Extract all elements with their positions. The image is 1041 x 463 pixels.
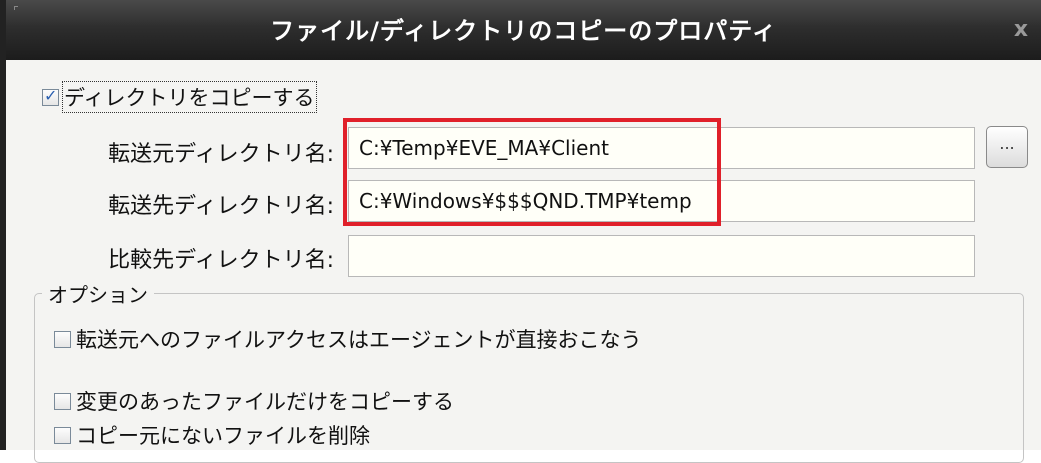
option-delete-missing-checkbox[interactable] xyxy=(54,426,71,444)
source-directory-input[interactable] xyxy=(348,127,975,169)
option-changed-only-checkbox[interactable] xyxy=(54,392,71,410)
destination-directory-label: 転送先ディレクトリ名: xyxy=(108,194,334,219)
option-changed-only-row[interactable]: 変更のあったファイルだけをコピーする xyxy=(54,386,455,416)
copy-directory-checkbox[interactable] xyxy=(42,86,59,106)
destination-directory-input[interactable] xyxy=(348,180,975,222)
option-delete-missing-label[interactable]: コピー元にないファイルを削除 xyxy=(75,420,371,450)
option-direct-access-checkbox[interactable] xyxy=(54,330,71,348)
dialog-content: ディレクトリをコピーする 転送元ディレクトリ名: ... 転送先ディレクトリ名:… xyxy=(6,60,1041,463)
dialog-title: ファイル/ディレクトリのコピーのプロパティ xyxy=(270,17,777,45)
close-button[interactable]: x xyxy=(1009,15,1033,45)
dialog-window: ファイル/ディレクトリのコピーのプロパティ x ディレクトリをコピーする 転送元… xyxy=(0,0,1041,463)
compare-directory-label: 比較先ディレクトリ名: xyxy=(108,248,334,273)
title-bar[interactable]: ファイル/ディレクトリのコピーのプロパティ x xyxy=(6,0,1041,60)
option-direct-access-row[interactable]: 転送元へのファイルアクセスはエージェントが直接おこなう xyxy=(54,324,643,354)
option-changed-only-label[interactable]: 変更のあったファイルだけをコピーする xyxy=(75,386,455,416)
copy-directory-checkbox-row[interactable]: ディレクトリをコピーする xyxy=(42,81,317,113)
copy-directory-label[interactable]: ディレクトリをコピーする xyxy=(62,81,317,113)
browse-button[interactable]: ... xyxy=(986,126,1028,168)
compare-directory-input[interactable] xyxy=(348,235,975,277)
option-delete-missing-row[interactable]: コピー元にないファイルを削除 xyxy=(54,420,371,450)
options-legend: オプション xyxy=(42,279,154,308)
option-direct-access-label[interactable]: 転送元へのファイルアクセスはエージェントが直接おこなう xyxy=(75,324,643,354)
source-directory-label: 転送元ディレクトリ名: xyxy=(108,142,334,167)
